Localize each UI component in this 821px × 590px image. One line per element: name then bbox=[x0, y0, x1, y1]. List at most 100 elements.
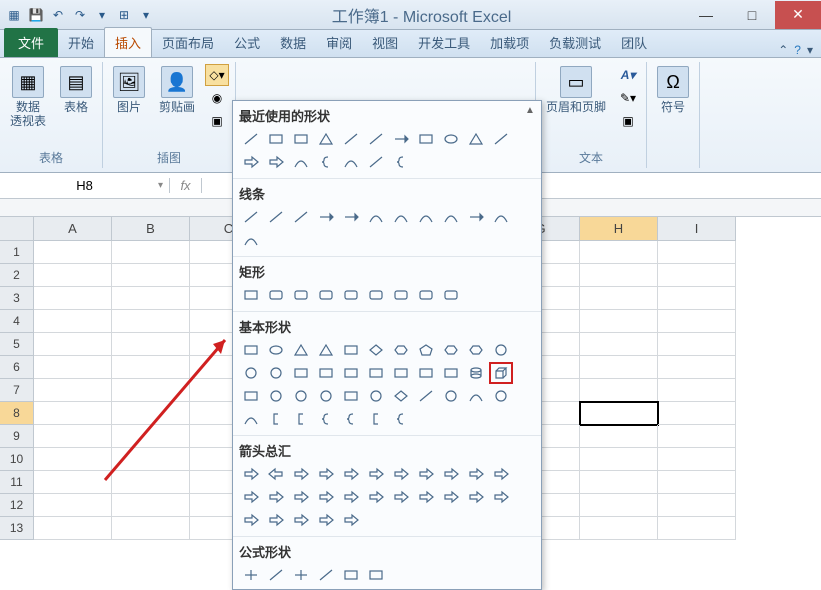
row-header-7[interactable]: 7 bbox=[0, 379, 34, 402]
shape-circle[interactable] bbox=[364, 385, 388, 407]
shape-rarrow[interactable] bbox=[289, 463, 313, 485]
cell-I11[interactable] bbox=[658, 471, 736, 494]
shape-circle[interactable] bbox=[439, 385, 463, 407]
cell-I5[interactable] bbox=[658, 333, 736, 356]
shape-rect[interactable] bbox=[364, 564, 388, 586]
shape-line[interactable] bbox=[264, 206, 288, 228]
shape-circle[interactable] bbox=[489, 385, 513, 407]
shape-circle[interactable] bbox=[239, 362, 263, 384]
shape-rarrow[interactable] bbox=[464, 463, 488, 485]
cell-H11[interactable] bbox=[580, 471, 658, 494]
cell-B11[interactable] bbox=[112, 471, 190, 494]
shape-bracket[interactable] bbox=[289, 408, 313, 430]
shape-rarrow[interactable] bbox=[464, 486, 488, 508]
excel-icon[interactable]: ▦ bbox=[4, 5, 24, 25]
shape-circle[interactable] bbox=[264, 362, 288, 384]
shape-line[interactable] bbox=[314, 564, 338, 586]
cell-B8[interactable] bbox=[112, 402, 190, 425]
wordart-button[interactable]: A▾ bbox=[616, 64, 640, 86]
shape-rarrow[interactable] bbox=[339, 486, 363, 508]
cell-H10[interactable] bbox=[580, 448, 658, 471]
shape-curve[interactable] bbox=[464, 385, 488, 407]
cell-H4[interactable] bbox=[580, 310, 658, 333]
shape-cube[interactable] bbox=[489, 362, 513, 384]
shape-line[interactable] bbox=[289, 206, 313, 228]
cell-B12[interactable] bbox=[112, 494, 190, 517]
cell-I10[interactable] bbox=[658, 448, 736, 471]
shape-rect[interactable] bbox=[339, 362, 363, 384]
qa-dropdown-icon[interactable]: ▾ bbox=[136, 5, 156, 25]
ribbon-options-icon[interactable]: ▾ bbox=[807, 43, 813, 57]
shape-rect[interactable] bbox=[239, 385, 263, 407]
shape-tri[interactable] bbox=[314, 128, 338, 150]
shape-rarrow[interactable] bbox=[339, 463, 363, 485]
cell-A12[interactable] bbox=[34, 494, 112, 517]
shape-tri[interactable] bbox=[314, 339, 338, 361]
cell-A9[interactable] bbox=[34, 425, 112, 448]
cell-H9[interactable] bbox=[580, 425, 658, 448]
maximize-button[interactable]: □ bbox=[729, 1, 775, 29]
shape-rarrow[interactable] bbox=[389, 486, 413, 508]
shape-curve[interactable] bbox=[339, 151, 363, 173]
object-button[interactable]: ▣ bbox=[616, 110, 640, 132]
cell-H13[interactable] bbox=[580, 517, 658, 540]
cell-B13[interactable] bbox=[112, 517, 190, 540]
shape-tri[interactable] bbox=[289, 339, 313, 361]
shape-rrect[interactable] bbox=[389, 284, 413, 306]
cell-I4[interactable] bbox=[658, 310, 736, 333]
shape-circle[interactable] bbox=[289, 385, 313, 407]
cell-I6[interactable] bbox=[658, 356, 736, 379]
minimize-button[interactable]: — bbox=[683, 1, 729, 29]
shape-arrow[interactable] bbox=[314, 206, 338, 228]
shape-line[interactable] bbox=[239, 128, 263, 150]
shape-rarrow[interactable] bbox=[364, 463, 388, 485]
cell-B10[interactable] bbox=[112, 448, 190, 471]
symbol-button[interactable]: Ω 符号 bbox=[653, 64, 693, 116]
shape-rect[interactable] bbox=[339, 385, 363, 407]
shape-curve[interactable] bbox=[239, 408, 263, 430]
cell-I9[interactable] bbox=[658, 425, 736, 448]
picture-button[interactable]: 🖼 图片 bbox=[109, 64, 149, 116]
shape-arrow[interactable] bbox=[339, 206, 363, 228]
tab-developer[interactable]: 开发工具 bbox=[408, 28, 480, 57]
shape-line[interactable] bbox=[414, 385, 438, 407]
panel-scroll-up-icon[interactable]: ▲ bbox=[525, 105, 539, 119]
help-icon[interactable]: ? bbox=[794, 43, 801, 57]
shape-circle[interactable] bbox=[489, 339, 513, 361]
shape-rect[interactable] bbox=[314, 362, 338, 384]
shape-bracket[interactable] bbox=[264, 408, 288, 430]
shape-plus[interactable] bbox=[289, 564, 313, 586]
row-header-5[interactable]: 5 bbox=[0, 333, 34, 356]
shape-rect[interactable] bbox=[339, 339, 363, 361]
cell-A10[interactable] bbox=[34, 448, 112, 471]
cell-A7[interactable] bbox=[34, 379, 112, 402]
header-footer-button[interactable]: ▭ 页眉和页脚 bbox=[542, 64, 610, 116]
cell-I13[interactable] bbox=[658, 517, 736, 540]
tab-addins[interactable]: 加载项 bbox=[480, 28, 539, 57]
row-header-6[interactable]: 6 bbox=[0, 356, 34, 379]
row-header-9[interactable]: 9 bbox=[0, 425, 34, 448]
shape-rrect[interactable] bbox=[264, 284, 288, 306]
shape-curve[interactable] bbox=[414, 206, 438, 228]
signature-button[interactable]: ✎▾ bbox=[616, 87, 640, 109]
tab-loadtest[interactable]: 负载测试 bbox=[539, 28, 611, 57]
row-header-10[interactable]: 10 bbox=[0, 448, 34, 471]
shape-rect[interactable] bbox=[264, 128, 288, 150]
cell-B2[interactable] bbox=[112, 264, 190, 287]
shape-rrect[interactable] bbox=[314, 284, 338, 306]
shape-rect[interactable] bbox=[289, 128, 313, 150]
col-header-A[interactable]: A bbox=[34, 217, 112, 241]
redo-icon[interactable]: ↷ bbox=[70, 5, 90, 25]
shape-penta[interactable] bbox=[414, 339, 438, 361]
row-header-11[interactable]: 11 bbox=[0, 471, 34, 494]
shape-rarrow[interactable] bbox=[264, 486, 288, 508]
shape-plus[interactable] bbox=[239, 564, 263, 586]
shape-rrect[interactable] bbox=[439, 284, 463, 306]
cell-H12[interactable] bbox=[580, 494, 658, 517]
row-header-12[interactable]: 12 bbox=[0, 494, 34, 517]
shape-rrect[interactable] bbox=[289, 284, 313, 306]
shape-brace[interactable] bbox=[314, 408, 338, 430]
shape-line[interactable] bbox=[339, 128, 363, 150]
cell-A2[interactable] bbox=[34, 264, 112, 287]
shape-curve[interactable] bbox=[489, 206, 513, 228]
